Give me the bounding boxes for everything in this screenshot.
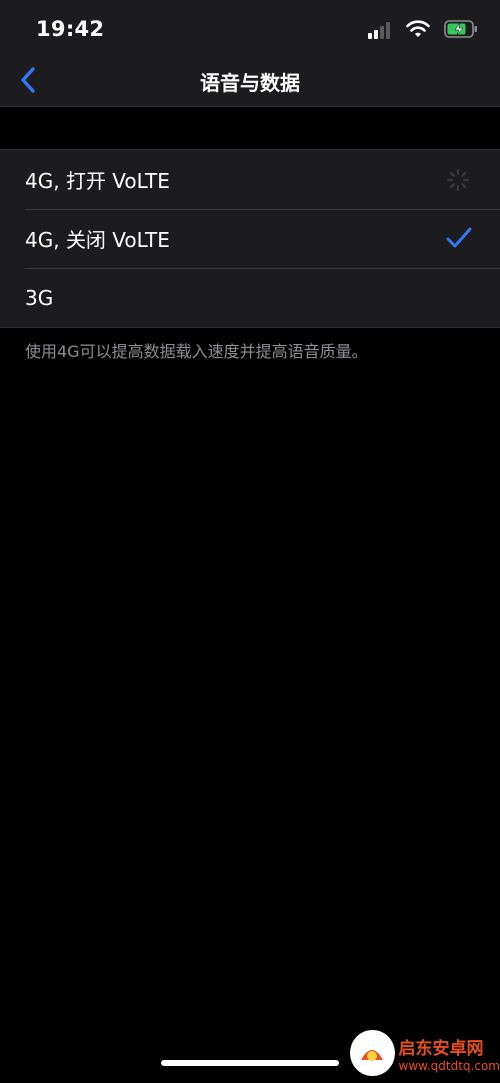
screen: 19:42 语音与数据 4G, 打开 VoLTE 4G, 关闭 VoLTE 3G… <box>0 0 500 1083</box>
home-indicator[interactable] <box>161 1060 339 1066</box>
status-icons <box>358 19 478 39</box>
option-3g[interactable]: 3G <box>0 268 500 327</box>
option-4g-volte-on[interactable]: 4G, 打开 VoLTE <box>0 150 500 209</box>
watermark-text: 启东安卓网 www.qdtdtq.com <box>399 1034 500 1073</box>
battery-charging-icon <box>444 20 477 38</box>
watermark: 启东安卓网 www.qdtdtq.com <box>350 1023 500 1083</box>
watermark-logo-icon <box>350 1030 395 1076</box>
wifi-icon <box>406 20 430 37</box>
loading-spinner-icon <box>446 168 470 192</box>
option-label: 4G, 打开 VoLTE <box>25 169 170 193</box>
option-label: 3G <box>25 285 54 310</box>
option-label: 4G, 关闭 VoLTE <box>25 228 170 252</box>
footnote-text: 使用4G可以提高数据载入速度并提高语音质量。 <box>25 342 368 361</box>
status-bar: 19:42 <box>0 0 500 58</box>
page-title: 语音与数据 <box>200 71 300 95</box>
watermark-title: 启东安卓网 <box>398 1038 484 1059</box>
checkmark-icon <box>446 227 472 248</box>
status-time: 19:42 <box>36 17 105 41</box>
cellular-signal-icon <box>368 22 390 39</box>
voice-data-options: 4G, 打开 VoLTE 4G, 关闭 VoLTE 3G <box>0 149 500 328</box>
navigation-bar: 语音与数据 <box>0 58 500 107</box>
watermark-url: www.qdtdtq.com <box>398 1058 500 1073</box>
option-4g-volte-off[interactable]: 4G, 关闭 VoLTE <box>0 209 500 268</box>
